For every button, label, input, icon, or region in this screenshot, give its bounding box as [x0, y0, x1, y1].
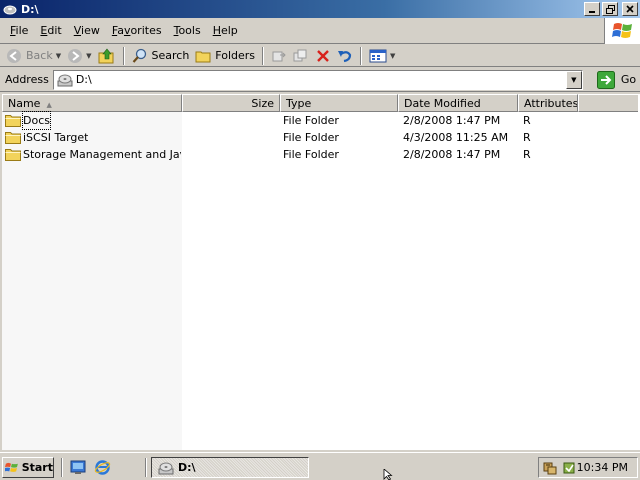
close-icon — [626, 5, 634, 13]
file-attributes: R — [523, 148, 531, 161]
menu-favorites[interactable]: Favorites — [106, 22, 168, 40]
file-name: Docs — [22, 111, 51, 130]
go-button[interactable]: Go — [596, 70, 636, 89]
views-button[interactable]: ▼ — [366, 46, 398, 66]
restore-icon — [605, 4, 615, 14]
menu-file[interactable]: File — [4, 22, 34, 40]
up-folder-icon — [98, 48, 113, 63]
folder-icon — [5, 132, 21, 144]
restore-button[interactable] — [602, 2, 618, 16]
move-to-button[interactable] — [268, 46, 290, 66]
views-icon — [369, 49, 387, 62]
column-attributes[interactable]: Attributes — [518, 94, 578, 112]
undo-button[interactable] — [334, 46, 356, 66]
forward-dropdown-icon[interactable]: ▼ — [86, 52, 91, 60]
network-tray-icon[interactable] — [542, 460, 558, 476]
back-arrow-icon — [7, 48, 21, 63]
back-button[interactable]: Back ▼ — [3, 46, 64, 66]
address-bar: Address D:\ ▼ Go — [0, 68, 640, 92]
folders-button[interactable]: Folders — [192, 46, 258, 66]
go-arrow-icon — [596, 70, 615, 89]
folder-icon — [5, 115, 21, 127]
windows-flag-icon — [5, 462, 18, 472]
file-row[interactable]: iSCSI Target File Folder 4/3/2008 11:25 … — [2, 129, 638, 146]
security-tray-icon[interactable] — [561, 460, 577, 476]
move-to-icon — [272, 51, 286, 61]
cd-drive-icon — [158, 462, 174, 474]
menu-bar: File Edit View Favorites Tools Help — [0, 18, 640, 44]
chevron-down-icon: ▼ — [571, 75, 577, 84]
file-name: Storage Management and Jav... — [23, 148, 181, 161]
title-bar[interactable]: D:\ — [0, 0, 640, 18]
file-date-modified: 2/8/2008 1:47 PM — [403, 148, 501, 161]
windows-logo — [604, 18, 640, 44]
forward-button[interactable]: ▼ — [64, 46, 94, 66]
file-date-modified: 2/8/2008 1:47 PM — [403, 114, 501, 127]
folders-icon — [195, 51, 211, 62]
file-row[interactable]: Storage Management and Jav... File Folde… — [2, 146, 638, 163]
column-date-modified[interactable]: Date Modified — [398, 94, 518, 112]
close-button[interactable] — [622, 2, 638, 16]
show-desktop-icon[interactable] — [70, 459, 87, 476]
column-name[interactable]: Name ▲ — [2, 94, 182, 112]
up-folder-button[interactable] — [95, 46, 119, 66]
drive-icon — [3, 5, 17, 15]
system-tray: 10:34 PM — [538, 457, 638, 478]
column-headers: Name ▲ Size Type Date Modified Attributes — [2, 94, 638, 112]
menu-view[interactable]: View — [68, 22, 106, 40]
window-title: D:\ — [21, 2, 39, 16]
taskbar-window-button[interactable]: D:\ — [151, 457, 309, 478]
address-dropdown-button[interactable]: ▼ — [565, 70, 582, 89]
menu-tools[interactable]: Tools — [168, 22, 207, 40]
start-button[interactable]: Start — [2, 457, 54, 478]
windows-flag-icon — [611, 23, 632, 38]
taskbar: Start D:\ 10:34 PM — [0, 452, 640, 480]
clock[interactable]: 10:34 PM — [577, 461, 628, 474]
file-name: iSCSI Target — [23, 131, 89, 144]
search-button[interactable]: Search — [129, 46, 193, 66]
views-dropdown-icon[interactable]: ▼ — [390, 52, 395, 60]
file-date-modified: 4/3/2008 11:25 AM — [403, 131, 509, 144]
mouse-cursor-icon — [383, 469, 393, 480]
delete-x-icon — [317, 49, 329, 62]
back-dropdown-icon[interactable]: ▼ — [56, 52, 61, 60]
column-size[interactable]: Size — [182, 94, 280, 112]
file-attributes: R — [523, 114, 531, 127]
file-type: File Folder — [283, 131, 339, 144]
file-type: File Folder — [283, 114, 339, 127]
file-attributes: R — [523, 131, 531, 144]
search-icon — [132, 48, 146, 63]
minimize-button[interactable] — [584, 2, 600, 16]
address-label: Address — [5, 73, 49, 86]
minimize-icon — [589, 11, 595, 13]
file-list[interactable]: Name ▲ Size Type Date Modified Attributes… — [2, 94, 640, 450]
internet-explorer-icon[interactable] — [94, 459, 111, 476]
undo-icon — [338, 50, 352, 62]
address-value: D:\ — [75, 73, 92, 86]
delete-button[interactable] — [312, 46, 334, 66]
sort-ascending-icon: ▲ — [46, 101, 52, 109]
folder-icon — [5, 149, 21, 161]
file-row[interactable]: Docs File Folder 2/8/2008 1:47 PM R — [2, 111, 638, 130]
copy-to-icon — [293, 49, 307, 61]
address-input[interactable]: D:\ ▼ — [52, 69, 583, 90]
column-type[interactable]: Type — [280, 94, 398, 112]
menu-help[interactable]: Help — [207, 22, 244, 40]
menu-edit[interactable]: Edit — [34, 22, 67, 40]
cd-drive-icon — [57, 74, 73, 86]
file-type: File Folder — [283, 148, 339, 161]
forward-arrow-icon — [68, 48, 83, 63]
standard-toolbar: Back ▼ ▼ Search Folders ▼ — [0, 45, 640, 67]
copy-to-button[interactable] — [290, 46, 312, 66]
